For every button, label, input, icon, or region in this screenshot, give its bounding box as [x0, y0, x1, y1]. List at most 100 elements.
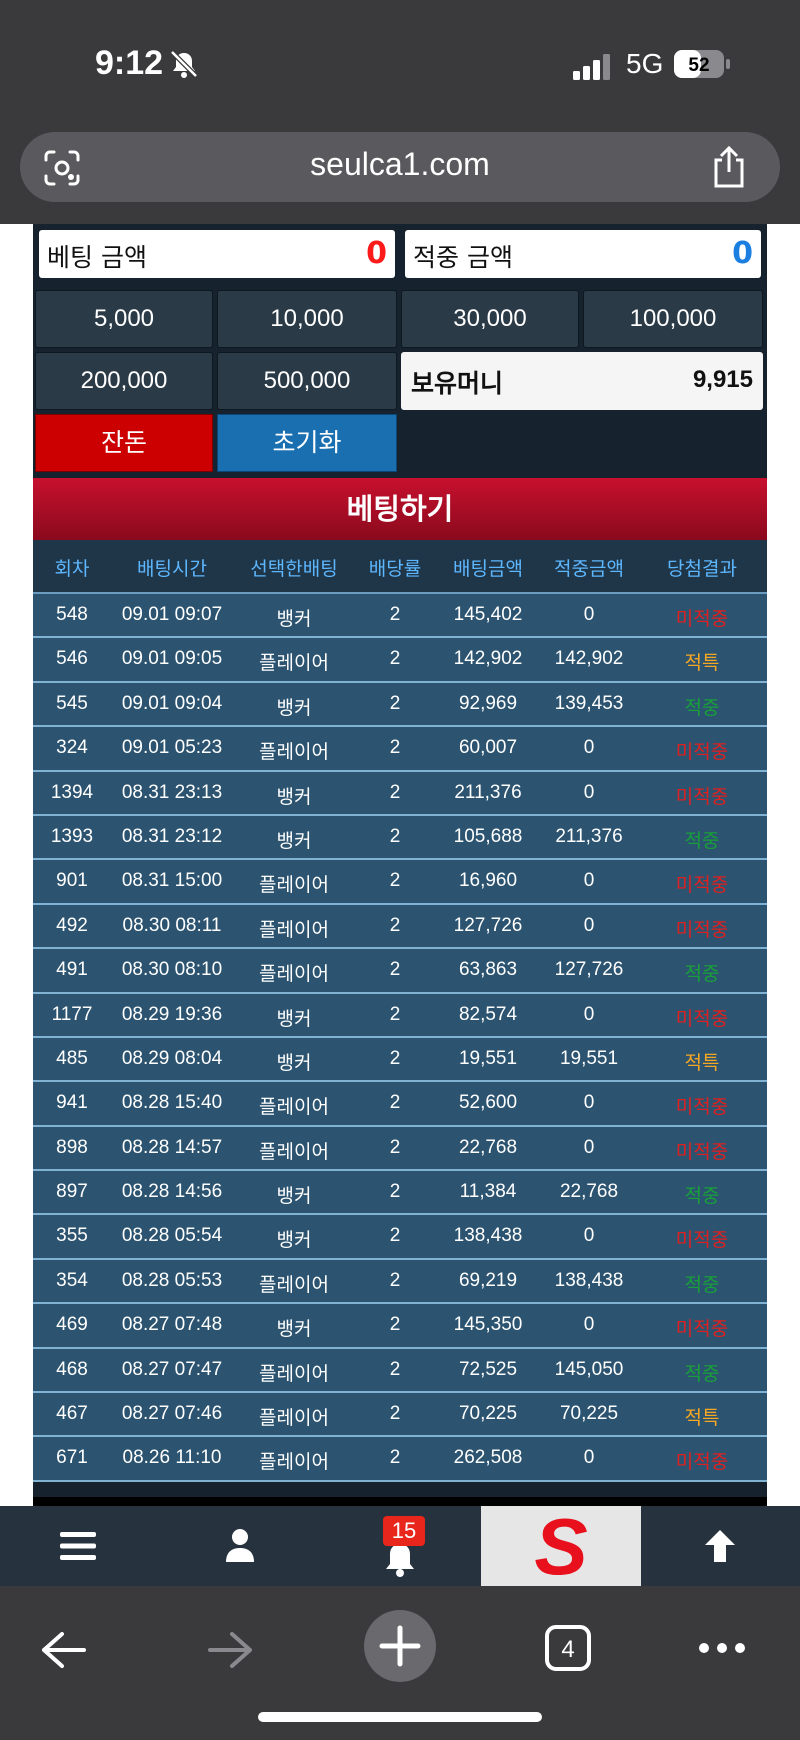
cell-bet-time: 08.31 23:12 [121, 825, 223, 847]
cell-bet-amount: 127,726 [453, 914, 523, 936]
cell-selection: 플레이어 [259, 963, 329, 986]
cell-round: 469 [56, 1314, 88, 1336]
table-row: 548 09.01 09:07 뱅커 2 145,402 0 미적중 [33, 594, 767, 639]
reset-button[interactable]: 초기화 [217, 414, 397, 472]
bell-icon[interactable] [383, 1542, 417, 1578]
cell-win-amount: 0 [583, 1136, 595, 1158]
table-row: 1393 08.31 23:12 뱅커 2 105,688 211,376 적중 [33, 815, 767, 861]
cell-win-amount: 145,050 [554, 1358, 624, 1380]
cell-selection: 뱅커 [276, 1051, 312, 1074]
cell-bet-time: 08.29 08:04 [121, 1047, 223, 1069]
cell-odds: 2 [389, 604, 401, 625]
balance-label: 보유머니 [411, 369, 504, 398]
cell-round: 941 [56, 1092, 88, 1114]
balance-value: 9,915 [692, 366, 753, 393]
cell-bet-amount: 60,007 [458, 737, 518, 759]
cell-bet-time: 08.28 14:56 [121, 1181, 223, 1203]
new-tab-icon[interactable] [364, 1610, 436, 1682]
back-icon[interactable] [40, 1630, 86, 1670]
cell-bet-time: 08.27 07:48 [121, 1314, 223, 1336]
network-type: 5G [626, 48, 664, 79]
forward-icon [208, 1632, 252, 1668]
cell-result: 적중 [684, 1362, 720, 1385]
more-icon[interactable] [698, 1642, 746, 1654]
cell-bet-amount: 138,438 [453, 1225, 523, 1247]
cell-result: 적특 [684, 1407, 720, 1430]
cell-win-amount: 127,726 [554, 959, 624, 981]
win-amount-value: 0 [732, 236, 753, 271]
cell-bet-amount: 262,508 [453, 1447, 523, 1469]
cell-win-amount: 0 [583, 1314, 595, 1336]
address-bar[interactable]: seulca1.com [20, 132, 780, 202]
cell-round: 492 [56, 914, 88, 936]
menu-icon[interactable] [60, 1530, 96, 1562]
cell-result: 적특 [684, 1051, 720, 1074]
tabs-icon[interactable]: 4 [544, 1624, 592, 1672]
cell-bet-amount: 11,384 [459, 1181, 517, 1203]
site-bottom-nav: 15 S [0, 1506, 800, 1586]
balance-box: 보유머니 9,915 [401, 352, 763, 410]
table-row: 467 08.27 07:46 플레이어 2 70,225 70,225 적특 [33, 1393, 767, 1438]
betting-panel: 베팅 금액 0 적중 금액 0 5,000 10,000 30,000 100,… [33, 224, 767, 1506]
table-row: 485 08.29 08:04 뱅커 2 19,551 19,551 적특 [33, 1037, 767, 1083]
cell-odds: 2 [389, 1047, 401, 1069]
cell-result: 적중 [684, 1273, 720, 1296]
header-bet-amount: 배팅금액 [453, 558, 523, 580]
cell-bet-time: 08.28 15:40 [121, 1092, 223, 1114]
share-icon[interactable] [710, 146, 748, 188]
cell-result: 적중 [684, 1185, 720, 1208]
cell-round: 548 [56, 604, 88, 625]
svg-text:S: S [534, 1512, 587, 1580]
table-row: 545 09.01 09:04 뱅커 2 92,969 139,453 적중 [33, 682, 767, 728]
cell-bet-time: 09.01 09:05 [121, 648, 223, 670]
phone-screen: 9:12 5G 52 seulca1.com 베팅 금액 0 적중 금액 0 5… [0, 0, 800, 1740]
cell-win-amount: 138,438 [554, 1269, 624, 1291]
table-row: 324 09.01 05:23 플레이어 2 60,007 0 미적중 [33, 727, 767, 772]
chip-100000-button[interactable]: 100,000 [583, 290, 763, 348]
cell-win-amount: 139,453 [554, 692, 624, 714]
chip-10000-button[interactable]: 10,000 [217, 290, 397, 348]
table-row: 901 08.31 15:00 플레이어 2 16,960 0 미적중 [33, 860, 767, 905]
cell-win-amount: 0 [583, 914, 595, 936]
header-win-amount: 적중금액 [554, 558, 624, 580]
cell-result: 미적중 [675, 741, 729, 764]
signal-icon [573, 54, 610, 80]
cell-win-amount: 70,225 [559, 1403, 619, 1425]
arrow-up-icon[interactable] [702, 1528, 738, 1564]
cell-win-amount: 19,551 [559, 1047, 619, 1069]
cell-win-amount: 0 [583, 737, 595, 759]
header-result: 당첨결과 [667, 558, 737, 580]
cell-win-amount: 0 [583, 1003, 595, 1025]
table-row: 897 08.28 14:56 뱅커 2 11,384 22,768 적중 [33, 1171, 767, 1216]
change-button[interactable]: 잔돈 [35, 414, 213, 472]
chip-200000-button[interactable]: 200,000 [35, 352, 213, 410]
user-icon[interactable] [225, 1528, 255, 1562]
chip-500000-button[interactable]: 500,000 [217, 352, 397, 410]
cell-win-amount: 142,902 [554, 648, 624, 670]
cell-selection: 뱅커 [276, 608, 312, 630]
cell-round: 467 [56, 1403, 88, 1425]
table-row: 671 08.26 11:10 플레이어 2 262,508 0 미적중 [33, 1437, 767, 1482]
cell-selection: 플레이어 [259, 874, 329, 897]
battery-icon: 52 [674, 50, 730, 78]
site-logo[interactable]: S [481, 1506, 641, 1586]
cell-win-amount: 0 [583, 1447, 595, 1469]
cell-bet-time: 08.31 23:13 [121, 781, 223, 803]
cell-selection: 플레이어 [259, 1407, 329, 1430]
svg-text:4: 4 [561, 1636, 574, 1663]
chip-5000-button[interactable]: 5,000 [35, 290, 213, 348]
cell-odds: 2 [389, 914, 401, 936]
cell-odds: 2 [389, 1181, 401, 1203]
cell-round: 546 [56, 648, 88, 670]
table-row: 941 08.28 15:40 플레이어 2 52,600 0 미적중 [33, 1082, 767, 1127]
cell-bet-time: 08.27 07:46 [121, 1403, 223, 1425]
url-text[interactable]: seulca1.com [20, 146, 780, 183]
win-amount-label: 적중 금액 [413, 243, 513, 272]
cell-selection: 플레이어 [259, 1273, 329, 1296]
table-bottom-border [33, 1497, 767, 1506]
chip-30000-button[interactable]: 30,000 [401, 290, 579, 348]
cell-round: 1394 [50, 781, 94, 803]
table-row: 492 08.30 08:11 플레이어 2 127,726 0 미적중 [33, 904, 767, 950]
place-bet-button[interactable]: 베팅하기 [33, 478, 767, 540]
cell-bet-time: 08.29 19:36 [121, 1003, 223, 1025]
